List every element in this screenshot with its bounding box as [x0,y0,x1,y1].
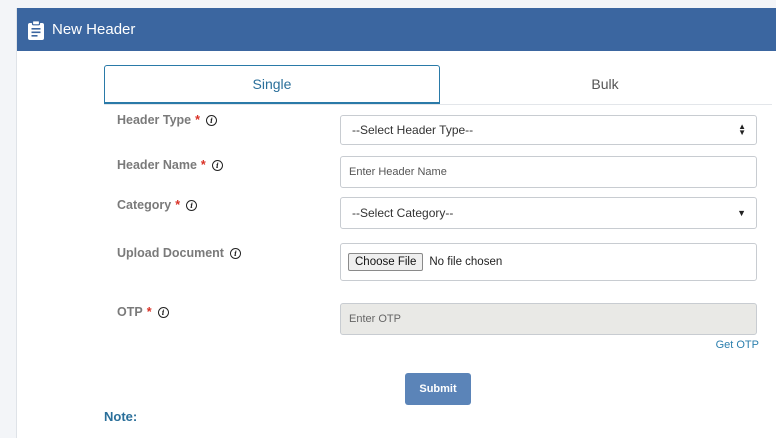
upload-label-text: Upload Document [117,246,224,260]
file-status: No file chosen [429,256,503,268]
category-select[interactable]: --Select Category-- ▼ [340,197,757,229]
header-type-selected: --Select Header Type-- [352,123,474,137]
info-icon[interactable]: i [229,247,241,259]
card-header: New Header [17,8,776,51]
info-icon[interactable]: i [205,114,217,126]
otp-input[interactable]: Enter OTP [340,303,757,335]
page-title: New Header [52,21,136,38]
note-heading: Note: [104,409,138,424]
upload-label: Upload Document i [117,246,241,260]
info-icon[interactable]: i [157,306,169,318]
header-name-input[interactable]: Enter Header Name [340,156,757,188]
get-otp-link[interactable]: Get OTP [716,339,759,351]
choose-file-button[interactable]: Choose File [348,253,424,271]
info-icon[interactable]: i [211,159,223,171]
category-selected: --Select Category-- [352,206,454,220]
otp-label: OTP * i [117,305,169,319]
category-label: Category * i [117,198,198,212]
category-label-text: Category [117,198,172,212]
chevron-down-icon: ▼ [737,208,746,218]
required-marker: * [146,305,152,319]
otp-label-text: OTP [117,305,143,319]
tab-bulk[interactable]: Bulk [440,65,770,102]
sort-caret-icon: ▲ ▼ [738,122,746,137]
otp-placeholder: Enter OTP [349,313,401,325]
submit-button[interactable]: Submit [405,373,471,405]
clipboard-icon [28,19,44,40]
required-marker: * [200,158,206,172]
tab-single[interactable]: Single [104,65,440,104]
required-marker: * [195,113,200,127]
upload-file-input[interactable]: Choose File No file chosen [340,243,757,281]
header-type-label-text: Header Type [117,113,192,127]
header-type-select[interactable]: --Select Header Type-- ▲ ▼ [340,115,757,145]
header-type-label: Header Type * i [117,113,217,127]
header-name-placeholder: Enter Header Name [349,166,447,178]
header-name-label: Header Name * i [117,158,223,172]
header-name-label-text: Header Name [117,158,197,172]
required-marker: * [175,198,181,212]
tabs: Single Bulk [104,65,772,105]
info-icon[interactable]: i [186,199,198,211]
